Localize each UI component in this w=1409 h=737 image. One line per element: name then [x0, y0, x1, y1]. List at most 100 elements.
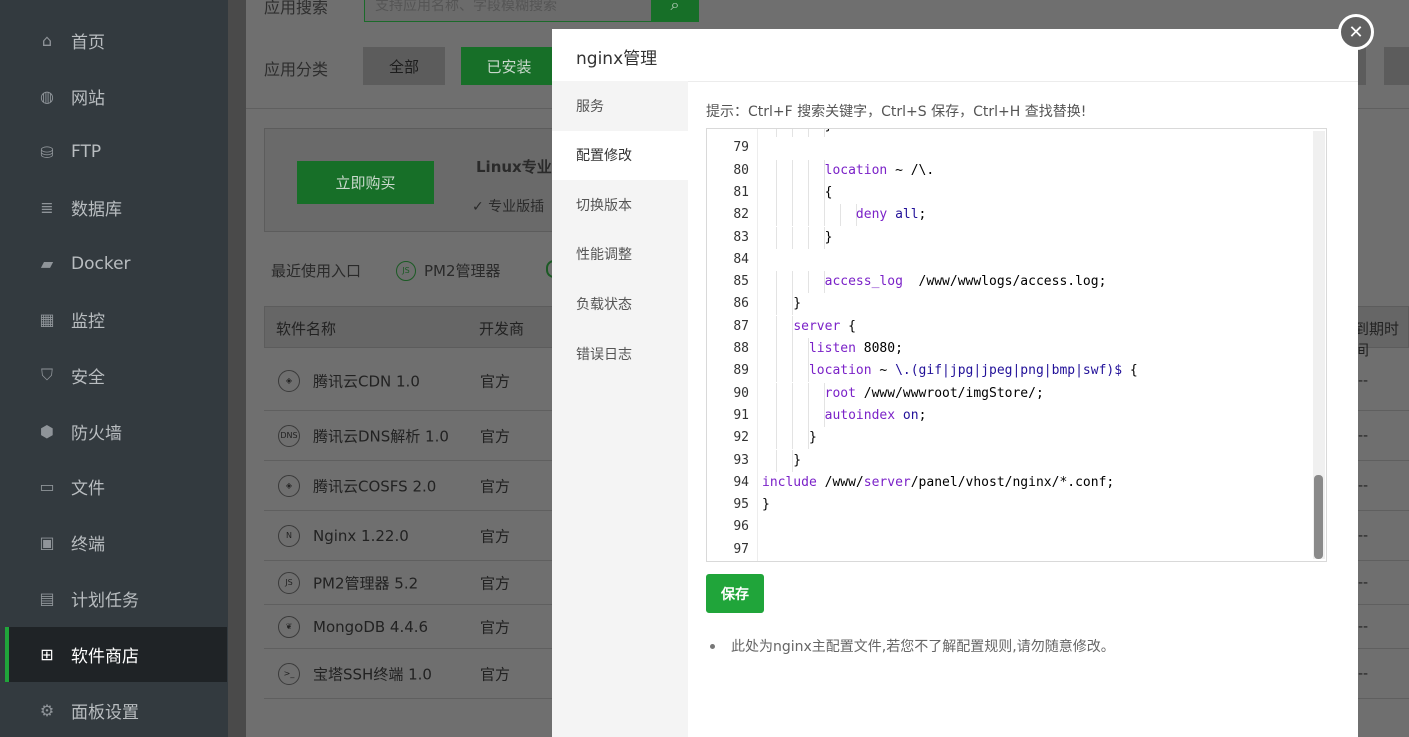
- close-modal-button[interactable]: ✕: [1338, 14, 1374, 50]
- config-note: 此处为nginx主配置文件,若您不了解配置规则,请勿随意修改。: [706, 636, 1115, 656]
- app-name: MongoDB 4.4.6: [313, 617, 429, 636]
- ssh-terminal-icon: >_: [278, 662, 300, 685]
- sidebar-item-label: 安全: [71, 367, 105, 388]
- config-editor[interactable]: 78 79 80 81 82 83 84 85 86 87 88 89 90 91 92 93 94 95 96 97…: [706, 128, 1327, 562]
- line-number: 97: [733, 541, 749, 557]
- app-developer: 官方: [480, 372, 511, 390]
- code-line: }: [762, 497, 770, 513]
- pm2-icon: JS: [396, 260, 416, 281]
- code-line: include /www/server/panel/vhost/nginx/*.…: [762, 474, 1115, 490]
- category-installed-button[interactable]: 已安装: [461, 47, 557, 85]
- app-developer: 官方: [480, 665, 511, 683]
- sidebar-item-0[interactable]: ⌂ 首页: [5, 13, 227, 68]
- line-number: 79: [733, 140, 749, 156]
- home-icon: ⌂: [41, 31, 53, 50]
- sidebar-item-label: FTP: [71, 142, 102, 163]
- modal-tab-2[interactable]: 切换版本: [552, 180, 688, 229]
- calendar-icon: ▤: [39, 589, 55, 608]
- search-input[interactable]: 支持应用名称、字段模糊搜索: [364, 0, 654, 22]
- sidebar-item-10[interactable]: ▤ 计划任务: [5, 571, 227, 626]
- pm2-icon: JS: [278, 571, 300, 594]
- app-expire: --: [1358, 618, 1369, 635]
- search-button[interactable]: ⌕: [651, 0, 699, 22]
- line-number: 82: [733, 207, 749, 223]
- line-number: 83: [733, 229, 749, 245]
- code-line: }: [762, 296, 802, 312]
- code-line: root /www/wwwroot/imgStore/;: [824, 385, 1044, 401]
- promo-subtitle: ✓ 专业版插: [472, 199, 545, 215]
- app-name: 腾讯云CDN 1.0: [313, 372, 420, 390]
- gear-icon: ⚙: [39, 700, 55, 720]
- sidebar-item-9[interactable]: ▣ 终端: [5, 515, 227, 570]
- line-number: 80: [733, 162, 749, 178]
- monitor-icon: ▦: [39, 310, 55, 329]
- app-name: Nginx 1.22.0: [313, 526, 409, 545]
- code-line: location ~ /\.: [824, 162, 935, 178]
- sidebar-item-label: 监控: [71, 312, 105, 332]
- sidebar-item-1[interactable]: ◍ 网站: [5, 69, 227, 124]
- code-line: }: [762, 430, 817, 446]
- sidebar-item-6[interactable]: ⛉ 安全: [5, 348, 227, 403]
- line-number: 96: [733, 519, 749, 535]
- search-label: 应用搜索: [264, 0, 329, 17]
- sidebar-item-5[interactable]: ▦ 监控: [5, 292, 227, 347]
- mongodb-icon: ❦: [278, 615, 300, 638]
- sidebar-item-label: 面板设置: [71, 702, 139, 723]
- code-line: {: [762, 184, 833, 200]
- sidebar-item-4[interactable]: ▰ Docker: [5, 236, 227, 291]
- sidebar-item-label: 文件: [71, 479, 105, 500]
- code-line: server {: [793, 318, 856, 334]
- sidebar-item-label: 计划任务: [71, 591, 139, 611]
- sidebar-item-12[interactable]: ⚙ 面板设置: [5, 683, 227, 737]
- app-expire: --: [1358, 527, 1369, 544]
- line-number: 78: [733, 129, 749, 133]
- app-expire: --: [1358, 665, 1369, 682]
- nginx-manage-modal: nginx管理 服务 配置修改 切换版本 性能调整 负载状态 错误日志 提示：Ctrl+F…: [552, 29, 1358, 737]
- sidebar-item-label: 终端: [71, 535, 105, 556]
- app-developer: 官方: [480, 618, 511, 636]
- app-expire: --: [1358, 477, 1369, 494]
- code-line: autoindex on;: [824, 407, 927, 423]
- sidebar-item-7[interactable]: ⬢ 防火墙: [5, 404, 227, 459]
- line-number: 86: [733, 296, 749, 312]
- sidebar-item-label: 首页: [71, 33, 105, 53]
- app-expire: --: [1358, 574, 1369, 591]
- modal-tab-1[interactable]: 配置修改: [552, 130, 688, 180]
- buy-now-button[interactable]: 立即购买: [297, 161, 434, 204]
- app-developer: 官方: [480, 427, 511, 445]
- code-line: listen 8080;: [808, 341, 903, 356]
- tencent-dns-icon: DNS: [278, 424, 300, 447]
- category-extra-button[interactable]: [1384, 47, 1409, 85]
- terminal-icon: ▣: [39, 533, 55, 553]
- line-number: 94: [733, 474, 749, 490]
- app-name: 宝塔SSH终端 1.0: [313, 665, 432, 683]
- line-number: 92: [733, 430, 749, 446]
- globe-icon: ◍: [40, 86, 54, 106]
- col-dev-header: 开发商: [479, 320, 525, 338]
- close-icon: ✕: [1348, 21, 1364, 43]
- recent-pm2-link[interactable]: JS PM2管理器: [396, 260, 501, 281]
- category-all-button[interactable]: 全部: [363, 47, 445, 85]
- line-number: 81: [733, 184, 749, 200]
- editor-tip: 提示：Ctrl+F 搜索关键字，Ctrl+S 保存，Ctrl+H 查找替换!: [706, 104, 1087, 120]
- search-icon: ⌕: [670, 0, 680, 14]
- line-number: 85: [733, 274, 749, 290]
- modal-tab-4[interactable]: 负载状态: [552, 279, 688, 328]
- sidebar-item-3[interactable]: ≣ 数据库: [5, 180, 227, 235]
- code-line: location ~ \.(gif|jpg|jpeg|png|bmp|swf)$…: [808, 363, 1138, 379]
- recent-pm2-label: PM2管理器: [424, 262, 501, 280]
- app-expire: --: [1358, 427, 1369, 444]
- modal-tab-0[interactable]: 服务: [552, 81, 688, 130]
- modal-tab-5[interactable]: 错误日志: [552, 329, 688, 378]
- sidebar-item-8[interactable]: ▭ 文件: [5, 459, 227, 514]
- app-developer: 官方: [480, 574, 511, 592]
- sidebar-item-label: Docker: [71, 253, 131, 274]
- sidebar-item-label: 软件商店: [71, 646, 139, 667]
- line-number: 91: [733, 407, 749, 423]
- sidebar-item-11[interactable]: ⊞ 软件商店: [5, 626, 227, 682]
- app-developer: 官方: [480, 527, 511, 545]
- modal-tab-3[interactable]: 性能调整: [552, 230, 688, 279]
- save-button[interactable]: 保存: [706, 574, 764, 613]
- sidebar-item-2[interactable]: ⛁ FTP: [5, 125, 227, 180]
- editor-scrollbar-thumb[interactable]: [1314, 475, 1323, 559]
